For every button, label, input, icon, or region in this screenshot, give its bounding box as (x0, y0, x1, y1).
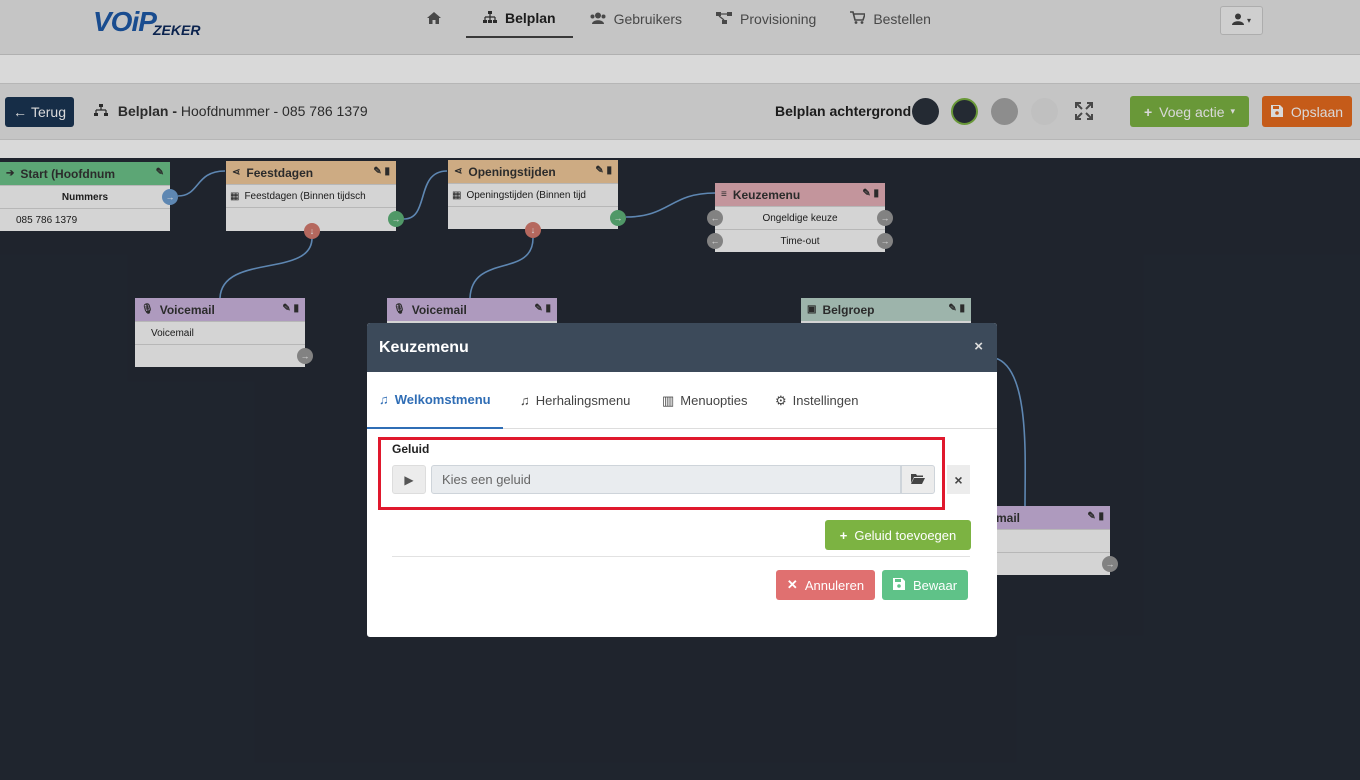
music-icon: ♫ (379, 392, 389, 407)
sound-field-label: Geluid (392, 442, 430, 456)
remove-sound-icon[interactable]: × (947, 465, 970, 494)
tab-welkomstmenu[interactable]: ♫ Welkomstmenu (367, 372, 503, 429)
tab-menuopties[interactable]: ▥ Menuopties (650, 372, 760, 429)
tab-herhalingsmenu-label: Herhalingsmenu (535, 393, 631, 408)
modal-title: Keuzemenu (379, 338, 469, 356)
tab-menuopties-label: Menuopties (680, 393, 748, 408)
browse-button[interactable] (901, 465, 935, 494)
modal-header: Keuzemenu × (367, 323, 997, 372)
modal-divider (392, 556, 970, 557)
folder-open-icon (911, 473, 925, 487)
tab-herhalingsmenu[interactable]: ♫ Herhalingsmenu (508, 372, 642, 429)
plus-icon: + (839, 527, 848, 543)
keuzemenu-modal: Keuzemenu × ♫ Welkomstmenu ♫ Herhalingsm… (367, 323, 997, 637)
bewaar-button[interactable]: Bewaar (882, 570, 968, 600)
music-icon: ♫ (520, 393, 530, 408)
tab-welkomstmenu-label: Welkomstmenu (394, 392, 491, 407)
tab-instellingen-label: Instellingen (792, 393, 859, 408)
floppy-icon (892, 577, 905, 593)
gear-icon: ⚙ (775, 392, 787, 408)
building-icon: ▥ (662, 392, 675, 408)
play-icon: ▶ (404, 472, 414, 487)
close-icon[interactable]: × (974, 338, 983, 355)
modal-tabs: ♫ Welkomstmenu ♫ Herhalingsmenu ▥ Menuop… (367, 372, 997, 429)
add-sound-button[interactable]: + Geluid toevoegen (825, 520, 971, 550)
add-sound-label: Geluid toevoegen (854, 527, 957, 543)
sound-select-input[interactable]: Kies een geluid (431, 465, 901, 494)
times-icon: ✕ (786, 577, 798, 592)
cancel-button-label: Annuleren (804, 577, 865, 593)
bewaar-button-label: Bewaar (912, 577, 958, 593)
play-button[interactable]: ▶ (392, 465, 426, 494)
cancel-button[interactable]: ✕ Annuleren (776, 570, 875, 600)
tab-instellingen[interactable]: ⚙ Instellingen (763, 372, 870, 429)
